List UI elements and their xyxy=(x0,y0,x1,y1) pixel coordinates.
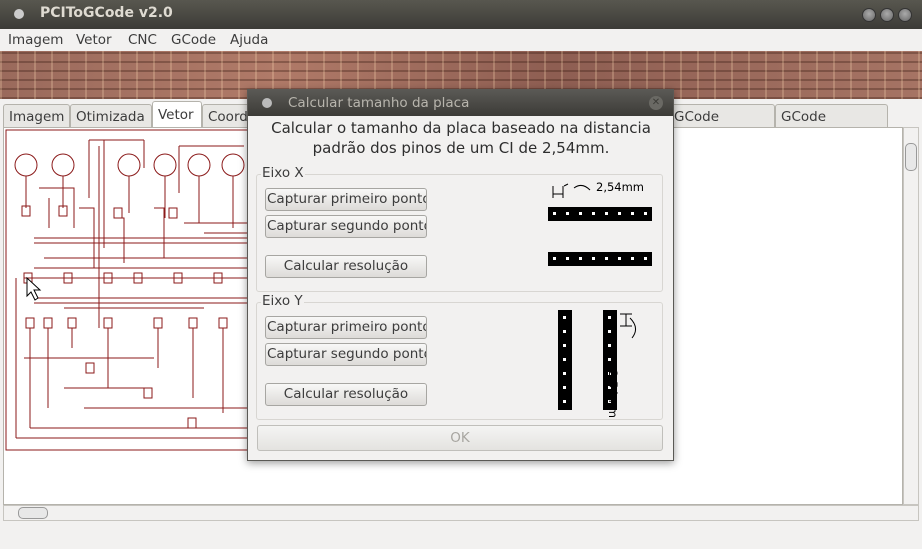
tab-imagem[interactable]: Imagem xyxy=(3,104,70,128)
axis-x-capture-first-button[interactable]: Capturar primeiro ponto xyxy=(265,188,427,211)
axis-y-dimension-arrow-icon xyxy=(620,313,636,339)
ok-button[interactable]: OK xyxy=(257,425,663,451)
dialog-heading-line2: padrão dos pinos de um CI de 2,54mm. xyxy=(312,139,610,157)
tab-gcode-recorte[interactable]: GCode Recorte xyxy=(775,104,888,141)
dialog-close-icon[interactable]: ✕ xyxy=(649,96,663,110)
status-bar xyxy=(0,521,922,549)
axis-y-dimension-label: 2,54mm xyxy=(606,370,620,419)
axis-x-pin-diagram: 2,54mm xyxy=(546,174,656,274)
close-icon[interactable] xyxy=(898,8,912,22)
dialog-heading: Calcular o tamanho da placa baseado na d… xyxy=(256,118,666,158)
tab-coord[interactable]: Coord xyxy=(202,104,252,128)
window-title: PCIToGCode v2.0 xyxy=(40,5,173,21)
menu-vetor[interactable]: Vetor xyxy=(76,32,112,48)
menu-imagem[interactable]: Imagem xyxy=(8,32,63,48)
dialog-app-icon xyxy=(262,98,272,108)
dialog-heading-line1: Calcular o tamanho da placa baseado na d… xyxy=(271,119,651,137)
axis-y-calculate-button[interactable]: Calcular resolução xyxy=(265,383,427,406)
axis-y-capture-first-button[interactable]: Capturar primeiro ponto xyxy=(265,316,427,339)
app-icon xyxy=(14,9,24,19)
dialog-title: Calcular tamanho da placa xyxy=(288,95,470,111)
axis-x-label: Eixo X xyxy=(261,165,305,181)
menu-ajuda[interactable]: Ajuda xyxy=(230,32,268,48)
axis-x-capture-second-button[interactable]: Capturar segundo ponto xyxy=(265,215,427,238)
maximize-icon[interactable] xyxy=(880,8,894,22)
vertical-scrollbar[interactable] xyxy=(903,127,919,505)
axis-x-calculate-button[interactable]: Calcular resolução xyxy=(265,255,427,278)
tab-otimizada[interactable]: Otimizada xyxy=(70,104,152,128)
board-size-dialog: Calcular tamanho da placa ✕ Calcular o t… xyxy=(247,89,674,461)
horizontal-scroll-thumb[interactable] xyxy=(18,507,48,519)
axis-y-label: Eixo Y xyxy=(261,293,304,309)
vertical-scroll-thumb[interactable] xyxy=(905,143,917,171)
menu-cnc[interactable]: CNC xyxy=(128,32,157,48)
dialog-titlebar: Calcular tamanho da placa ✕ xyxy=(248,90,673,116)
window-titlebar: PCIToGCode v2.0 xyxy=(0,0,922,29)
menu-bar: Imagem Vetor CNC GCode Ajuda xyxy=(0,29,922,51)
tab-vetor[interactable]: Vetor xyxy=(152,101,202,128)
horizontal-scrollbar[interactable] xyxy=(3,505,919,521)
axis-y-pin-diagram: 2,54mm xyxy=(556,308,656,418)
minimize-icon[interactable] xyxy=(862,8,876,22)
menu-gcode[interactable]: GCode xyxy=(171,32,216,48)
mouse-cursor-icon xyxy=(26,276,42,301)
tab-gcode-furacao[interactable]: GCode Furação xyxy=(663,104,775,141)
axis-y-capture-second-button[interactable]: Capturar segundo ponto xyxy=(265,343,427,366)
